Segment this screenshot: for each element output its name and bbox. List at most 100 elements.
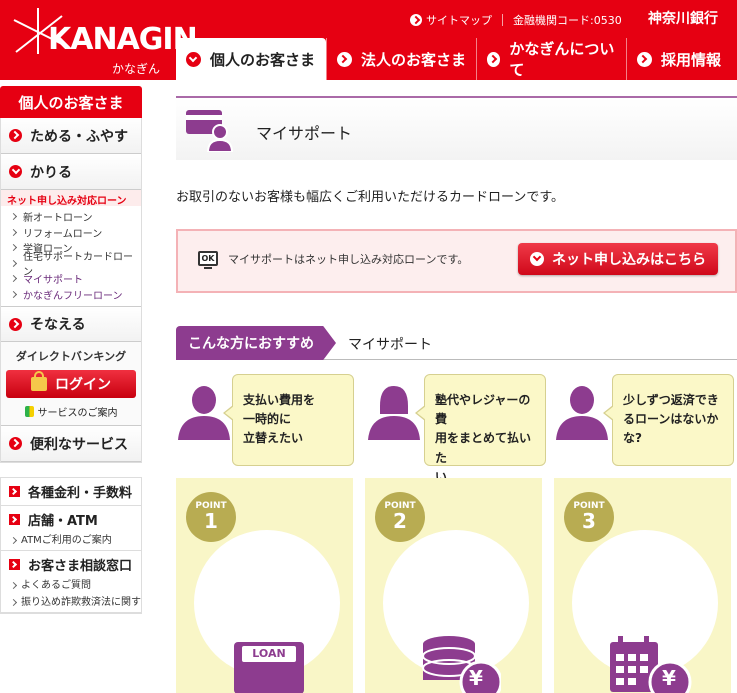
- tab-corporate-label: 法人のお客さま: [361, 50, 467, 69]
- tab-recruit[interactable]: 採用情報: [626, 38, 737, 80]
- lead-text: お取引のないお客様も幅広くご利用いただけるカードローンです。: [176, 190, 565, 205]
- sidebar-bottom-links: 各種金利・手数料 店舗・ATM ATMご利用のご案内 お客さま相談窓口 よくある…: [0, 477, 142, 614]
- coin-stack-icon: [422, 636, 501, 693]
- page-title: マイサポート: [256, 124, 353, 143]
- page-header: マイサポート: [176, 96, 737, 160]
- service-guide-link[interactable]: サービスのご案内: [1, 404, 141, 419]
- chevron-right-icon: [9, 486, 20, 497]
- chevron-right-icon: [337, 51, 352, 67]
- sidebar-sub-housing-card-loan[interactable]: 住宅サポートカードローン: [11, 252, 141, 278]
- chevron-down-icon: [186, 51, 201, 67]
- card-person-icon: [186, 110, 234, 152]
- net-application-notice: OK マイサポートはネット申し込み対応ローンです。 ネット申し込みはこちら: [176, 229, 737, 293]
- chevron-right-icon: [9, 129, 22, 142]
- point-card-1: POINT 1 LOAN: [176, 478, 353, 693]
- consultation-label: お客さま相談窓口: [28, 559, 133, 574]
- sidebar-item-label: ためる・ふやす: [30, 128, 128, 145]
- list-item: 店舗・ATM ATMご利用のご案内: [1, 506, 141, 551]
- beginner-leaf-icon: [24, 406, 34, 417]
- point-number: 1: [204, 509, 218, 533]
- sidebar: 個人のお客さま ためる・ふやす かりる ネット申し込み対応ローン 新オートローン…: [0, 86, 142, 614]
- person-icon: [556, 386, 608, 440]
- sidebar-sub-reform-loan[interactable]: リフォームローン: [11, 225, 141, 241]
- calendar-icon: [610, 636, 692, 693]
- chevron-right-icon: [9, 317, 22, 331]
- sidebar-nav: ためる・ふやす かりる ネット申し込み対応ローン 新オートローン リフォームロー…: [0, 118, 142, 463]
- branch-atm-link[interactable]: 店舗・ATM: [9, 510, 141, 529]
- sidebar-heading: 個人のお客さま: [0, 86, 142, 118]
- point-badge: POINT 1: [186, 492, 236, 542]
- service-guide-label: サービスのご案内: [37, 408, 118, 419]
- speech-bubble: 少しずつ返済でき るローンはないか な?: [603, 374, 734, 466]
- speech-bubble: 支払い費用を 一時的に 立替えたい: [223, 374, 354, 466]
- chevron-right-icon: [487, 51, 501, 67]
- sidebar-item-label: 便利なサービス: [30, 436, 128, 453]
- fraud-relief-link[interactable]: 振り込め詐欺救済法に関す: [9, 593, 141, 608]
- chevron-down-icon: [9, 165, 22, 178]
- faq-link[interactable]: よくあるご質問: [9, 576, 141, 591]
- sidebar-sub-free-loan[interactable]: かなぎんフリーローン: [11, 287, 141, 303]
- point-number: 3: [582, 509, 596, 533]
- consultation-link[interactable]: お客さま相談窓口: [9, 555, 141, 574]
- rates-fees-label: 各種金利・手数料: [28, 486, 133, 501]
- direct-banking-label: ダイレクトバンキング: [15, 350, 127, 363]
- sidebar-item-label: かりる: [30, 164, 72, 181]
- chevron-right-icon: [410, 14, 422, 26]
- recommend-tag: こんな方におすすめ: [176, 326, 336, 360]
- loan-card-icon: LOAN: [234, 642, 304, 693]
- kanagin-logo[interactable]: KANAGIN かなぎん: [8, 6, 198, 76]
- bank-code: 金融機関コード:0530: [513, 14, 622, 27]
- lock-icon: [31, 371, 47, 391]
- sidebar-item-borrow[interactable]: かりる: [1, 154, 141, 190]
- tab-personal-label: 個人のお客さま: [210, 50, 316, 69]
- logo-text: KANAGIN: [48, 22, 198, 57]
- point-badge: POINT 3: [564, 492, 614, 542]
- yen-glyph: ¥: [469, 666, 483, 690]
- tab-recruit-label: 採用情報: [661, 50, 722, 69]
- notice-text: マイサポートはネット申し込み対応ローンです。: [228, 253, 469, 266]
- bubble-line: 塾代やレジャーの費: [435, 393, 531, 427]
- sidebar-item-services[interactable]: 便利なサービス: [1, 426, 141, 462]
- point-card-3: POINT 3 ¥: [554, 478, 731, 693]
- chevron-right-icon: [9, 437, 22, 450]
- bubble-line: 立替えたい: [243, 431, 304, 446]
- point-card-2: POINT 2 ¥: [365, 478, 542, 693]
- net-apply-button[interactable]: ネット申し込みはこちら: [518, 243, 718, 275]
- login-button[interactable]: ログイン: [6, 370, 136, 398]
- bubble-line: 用をまとめて払いた: [435, 431, 532, 465]
- loan-icon-text: LOAN: [242, 646, 296, 662]
- chevron-right-icon: [9, 559, 20, 570]
- login-label: ログイン: [55, 377, 111, 393]
- chevron-right-icon: [637, 51, 652, 67]
- direct-banking: ダイレクトバンキング ログイン サービスのご案内: [1, 342, 141, 426]
- person-woman-icon: [368, 386, 420, 440]
- bank-name: 神奈川銀行: [648, 11, 718, 27]
- tab-corporate[interactable]: 法人のお客さま: [326, 38, 476, 80]
- rates-fees-link[interactable]: 各種金利・手数料: [9, 482, 141, 501]
- net-application-label: ネット申し込み対応ローン: [1, 190, 141, 207]
- tab-about[interactable]: かなぎんについて: [476, 38, 626, 80]
- sidebar-sub-auto-loan[interactable]: 新オートローン: [11, 209, 141, 225]
- sidebar-item-label: そなえる: [30, 317, 86, 333]
- bubble-line: るローンはないか: [623, 412, 719, 427]
- list-item: 各種金利・手数料: [1, 478, 141, 506]
- tab-personal[interactable]: 個人のお客さま: [176, 38, 326, 80]
- bubble-line: な?: [623, 431, 642, 446]
- speech-bubble: 塾代やレジャーの費 用をまとめて払いた い: [415, 374, 546, 484]
- sidebar-item-save[interactable]: ためる・ふやす: [1, 118, 141, 154]
- atm-guide-link[interactable]: ATMご利用のご案内: [9, 531, 141, 546]
- bubble-line: 少しずつ返済でき: [623, 393, 719, 407]
- main-content: マイサポート お取引のないお客様も幅広くご利用いただけるカードローンです。 OK…: [176, 96, 737, 693]
- point-badge: POINT 2: [375, 492, 425, 542]
- divider: [502, 14, 503, 26]
- site-header: KANAGIN かなぎん サイトマップ 金融機関コード:0530 神奈川銀行 個…: [0, 0, 737, 80]
- point-number: 2: [393, 509, 407, 533]
- main-tabs: 個人のお客さま 法人のお客さま かなぎんについて 採用情報: [176, 38, 737, 80]
- sidebar-item-prepare[interactable]: そなえる: [1, 306, 141, 342]
- tab-about-label: かなぎんについて: [509, 40, 615, 79]
- sitemap-link[interactable]: サイトマップ: [410, 12, 492, 28]
- chevron-right-icon: [9, 514, 20, 525]
- yen-glyph: ¥: [662, 666, 676, 690]
- list-item: お客さま相談窓口 よくあるご質問 振り込め詐欺救済法に関す: [1, 551, 141, 613]
- loan-sub-list: 新オートローン リフォームローン 学資ローン 住宅サポートカードローン マイサポ…: [1, 206, 141, 306]
